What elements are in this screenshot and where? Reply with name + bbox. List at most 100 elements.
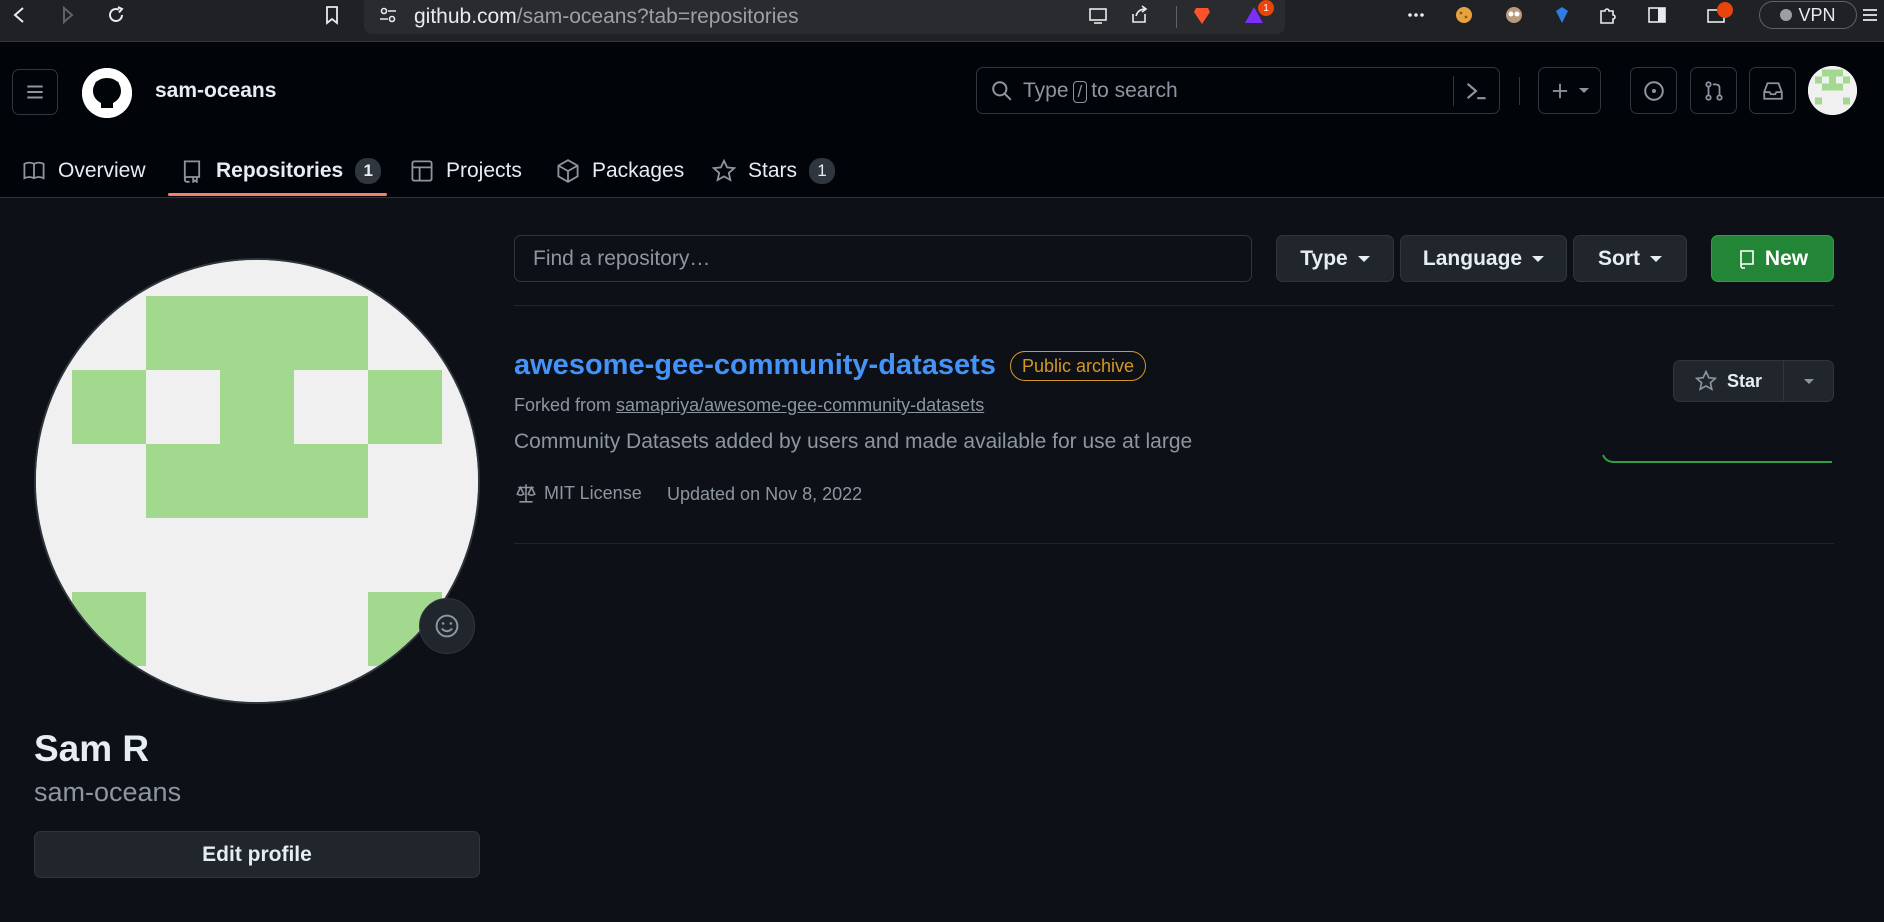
- vpn-button[interactable]: VPN: [1759, 1, 1857, 29]
- back-icon[interactable]: [8, 3, 32, 27]
- type-filter-button[interactable]: Type: [1276, 235, 1394, 282]
- sort-filter-button[interactable]: Sort: [1573, 235, 1687, 282]
- profile-tabs: Overview Repositories 1 Projects Package…: [0, 144, 1884, 198]
- new-label: New: [1764, 246, 1809, 270]
- repo-description: Community Datasets added by users and ma…: [514, 430, 1193, 453]
- chevron-down-icon: [1650, 255, 1662, 262]
- tab-label: Overview: [58, 159, 146, 182]
- stars-count-badge: 1: [809, 158, 836, 184]
- chevron-down-icon: [1578, 88, 1589, 93]
- user-avatar[interactable]: [1808, 66, 1857, 115]
- share-icon[interactable]: [1128, 3, 1152, 27]
- type-filter-label: Type: [1300, 246, 1348, 270]
- chevron-down-icon: [1532, 255, 1545, 262]
- divider: [514, 543, 1834, 544]
- create-new-button[interactable]: [1538, 67, 1601, 114]
- activity-sparkline: [1602, 454, 1832, 463]
- avatar-identicon-icon: [36, 260, 478, 702]
- more-icon[interactable]: [1404, 3, 1428, 27]
- tab-label: Repositories: [216, 159, 344, 182]
- search-placeholder: Type / to search: [1023, 78, 1178, 103]
- star-icon: [712, 159, 736, 182]
- tab-packages[interactable]: Packages: [556, 144, 684, 198]
- star-icon: [1694, 370, 1717, 391]
- new-repository-button[interactable]: New: [1711, 235, 1834, 282]
- tab-projects[interactable]: Projects: [410, 144, 522, 198]
- hamburger-icon: [27, 85, 43, 99]
- site-settings-icon[interactable]: [376, 3, 400, 27]
- header-username[interactable]: sam-oceans: [155, 79, 276, 103]
- inbox-button[interactable]: [1749, 67, 1796, 114]
- search-divider: [1453, 76, 1454, 106]
- rewards-badge: 1: [1258, 0, 1274, 16]
- header-divider: [1519, 77, 1520, 105]
- vpn-status-icon: [1780, 9, 1793, 21]
- gem-extension-icon[interactable]: [1550, 3, 1574, 27]
- toolbar-divider: [1176, 6, 1177, 28]
- wallet-badge: [1717, 2, 1733, 18]
- search-icon: [992, 81, 1012, 101]
- repo-name-link[interactable]: awesome-gee-community-datasets: [514, 349, 996, 382]
- owl-extension-icon[interactable]: [1502, 3, 1526, 27]
- cast-icon[interactable]: [1086, 3, 1110, 27]
- reload-icon[interactable]: [104, 3, 128, 27]
- tab-stars[interactable]: Stars 1: [712, 144, 836, 198]
- repo-icon: [183, 160, 201, 183]
- forked-from-link[interactable]: samapriya/awesome-gee-community-datasets: [616, 395, 984, 415]
- set-status-button[interactable]: [419, 598, 475, 654]
- repo-icon: [1740, 249, 1754, 269]
- extensions-puzzle-icon[interactable]: [1596, 3, 1620, 27]
- active-tab-indicator: [168, 193, 387, 196]
- table-icon: [411, 160, 433, 182]
- edit-profile-button[interactable]: Edit profile: [34, 831, 480, 878]
- address-bar[interactable]: github.com/sam-oceans?tab=repositories 1: [364, 0, 1285, 34]
- url-text: github.com/sam-oceans?tab=repositories: [414, 5, 799, 28]
- browser-menu-icon[interactable]: [1858, 3, 1882, 27]
- tab-repositories[interactable]: Repositories 1: [180, 144, 382, 198]
- forward-icon[interactable]: [55, 3, 79, 27]
- github-logo-icon[interactable]: [82, 68, 132, 118]
- license-label: MIT License: [544, 482, 642, 503]
- command-palette-icon[interactable]: [1464, 79, 1488, 103]
- inbox-icon: [1762, 81, 1783, 100]
- find-repository-input[interactable]: [514, 235, 1252, 282]
- profile-full-name: Sam R: [34, 728, 150, 769]
- issues-button[interactable]: [1630, 67, 1677, 114]
- updated-date: Updated on Nov 8, 2022: [667, 484, 863, 504]
- chevron-down-icon: [1803, 378, 1814, 384]
- global-search[interactable]: Type / to search: [976, 67, 1500, 114]
- star-label: Star: [1726, 370, 1762, 391]
- tab-label: Packages: [592, 159, 685, 182]
- menu-button[interactable]: [12, 69, 58, 115]
- tab-label: Projects: [446, 159, 522, 182]
- profile-login: sam-oceans: [34, 777, 182, 807]
- star-button-group: Star: [1673, 360, 1834, 402]
- repo-count-badge: 1: [355, 158, 382, 184]
- plus-icon: [1552, 83, 1567, 98]
- forked-from-text: Forked from samapriya/awesome-gee-commun…: [514, 395, 985, 415]
- browser-toolbar: github.com/sam-oceans?tab=repositories 1: [0, 0, 1884, 42]
- bookmark-icon[interactable]: [320, 3, 344, 27]
- star-list-dropdown[interactable]: [1784, 361, 1833, 401]
- language-filter-button[interactable]: Language: [1400, 235, 1567, 282]
- tab-label: Stars: [748, 159, 798, 182]
- profile-avatar[interactable]: [34, 258, 480, 704]
- cookie-extension-icon[interactable]: [1452, 3, 1476, 27]
- language-filter-label: Language: [1422, 246, 1523, 270]
- star-button[interactable]: Star: [1674, 361, 1784, 401]
- pull-request-icon: [1704, 80, 1723, 101]
- chevron-down-icon: [1357, 255, 1370, 262]
- book-icon: [23, 161, 45, 180]
- brave-shield-icon[interactable]: [1190, 3, 1214, 27]
- issue-icon: [1643, 80, 1664, 101]
- pull-requests-button[interactable]: [1690, 67, 1737, 114]
- law-icon: [516, 484, 536, 503]
- archive-badge: Public archive: [1010, 351, 1147, 381]
- tab-overview[interactable]: Overview: [22, 144, 146, 198]
- package-icon: [557, 159, 579, 183]
- license-info: MIT License: [514, 482, 642, 504]
- divider: [514, 305, 1834, 306]
- sort-filter-label: Sort: [1598, 246, 1640, 270]
- github-header: sam-oceans Type / to search Overview Rep…: [0, 42, 1884, 198]
- sidebar-toggle-icon[interactable]: [1645, 3, 1669, 27]
